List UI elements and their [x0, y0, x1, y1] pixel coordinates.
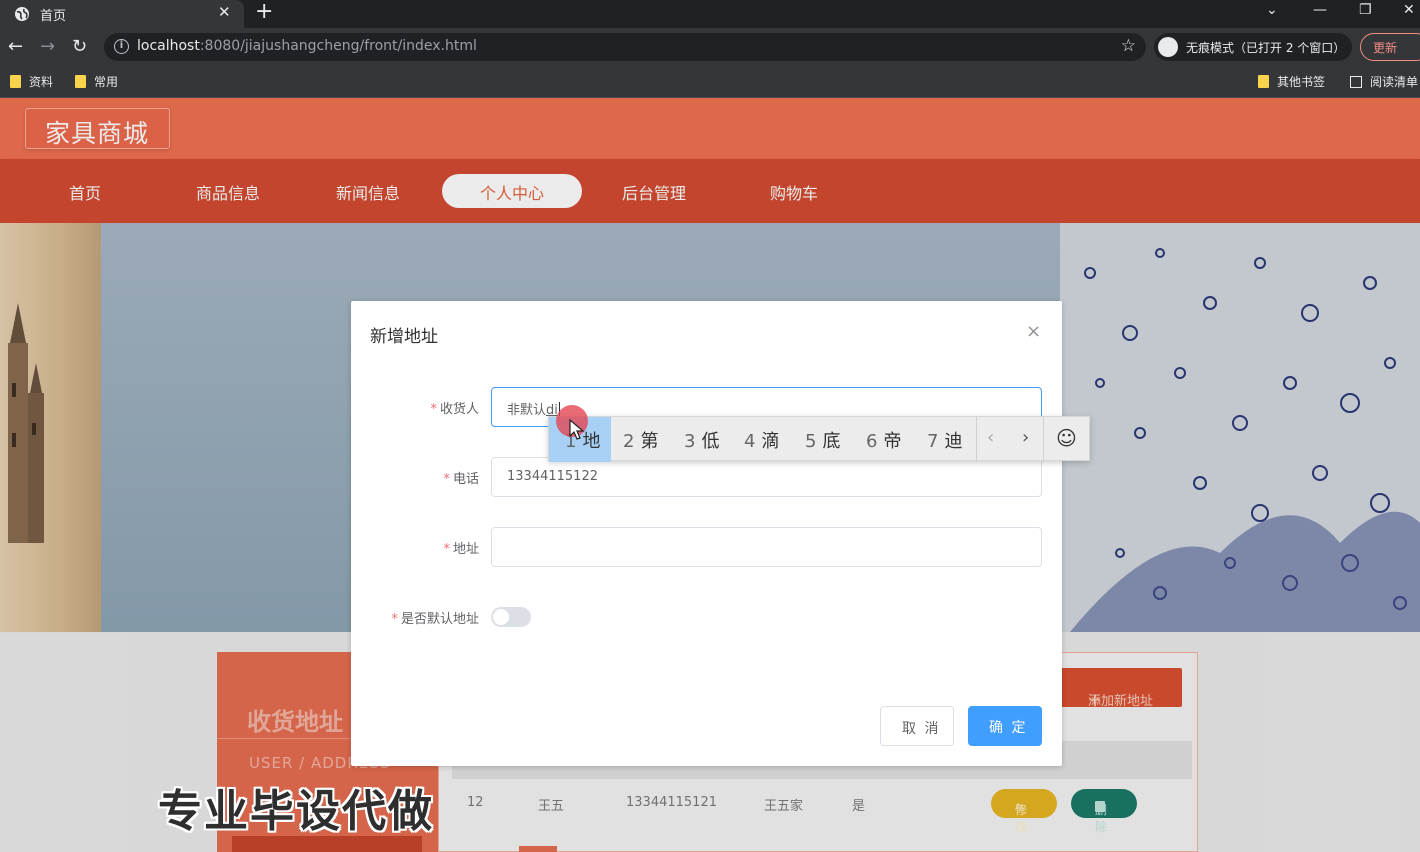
incognito-icon — [1158, 37, 1178, 57]
watermark-text: 专业毕设代做 — [158, 786, 434, 837]
restore-icon[interactable]: ❐ — [1359, 2, 1372, 18]
url-text: localhost:8080/jiajushangcheng/front/ind… — [137, 38, 477, 54]
phone-input[interactable]: 13344115122 — [491, 457, 1042, 497]
tab-search-icon[interactable]: ⌄ — [1266, 2, 1278, 18]
bookmark-folder-other[interactable]: 其他书签 — [1258, 73, 1325, 90]
ime-divider — [1043, 417, 1044, 462]
bookmarks-bar: 资料 常用 其他书签 阅读清单 — [0, 66, 1420, 98]
reload-icon[interactable]: ↻ — [72, 36, 87, 57]
cancel-button[interactable]: 取 消 — [880, 706, 954, 746]
cancel-label: 取 消 — [902, 721, 941, 737]
browser-chrome: 首页 ✕ + ⌄ — ❐ ✕ ← → ↻ i localhost:8080/ji… — [0, 0, 1420, 98]
ime-candidate-3[interactable]: 3低 — [684, 427, 719, 453]
dialog-title: 新增地址 — [370, 327, 438, 347]
switch-knob — [493, 609, 509, 625]
ime-next-icon[interactable]: › — [1022, 427, 1029, 448]
add-address-dialog: 新增地址 × * 收货人 非默认di * 电话 13344115122 * 地址 * 是… — [351, 301, 1062, 766]
folder-icon — [75, 75, 86, 88]
incognito-indicator[interactable]: 无痕模式（已打开 2 个窗口） — [1154, 33, 1352, 61]
browser-tab[interactable]: 首页 ✕ — [0, 0, 244, 28]
ime-candidate-2[interactable]: 2第 — [623, 427, 658, 453]
tab-strip: 首页 ✕ + ⌄ — ❐ ✕ — [0, 0, 1420, 28]
bookmark-star-icon[interactable]: ☆ — [1121, 36, 1136, 56]
bookmark-folder-changyong[interactable]: 常用 — [75, 73, 118, 90]
default-address-switch[interactable] — [491, 607, 531, 627]
site-info-icon[interactable]: i — [114, 39, 129, 54]
required-mark: * — [443, 472, 450, 487]
tab-close-icon[interactable]: ✕ — [218, 3, 231, 21]
ime-candidate-popup: 1地 2第 3低 4滴 5底 6帝 7迪 ‹ › ☺ — [548, 416, 1090, 462]
reading-list-icon — [1350, 76, 1362, 88]
incognito-text: 无痕模式（已打开 2 个窗口） — [1186, 41, 1346, 55]
browser-toolbar: ← → ↻ i localhost:8080/jiajushangcheng/f… — [0, 28, 1420, 66]
tab-title: 首页 — [40, 9, 67, 24]
back-arrow-icon[interactable]: ← — [8, 36, 23, 57]
reading-list[interactable]: 阅读清单 — [1350, 73, 1418, 90]
required-mark: * — [443, 542, 450, 557]
update-label: 更新 — [1373, 41, 1398, 55]
new-tab-button[interactable]: + — [255, 0, 273, 24]
receiver-label: * 收货人 — [430, 402, 479, 417]
default-address-label: * 是否默认地址 — [391, 612, 479, 627]
update-button[interactable]: 更新 — [1360, 33, 1420, 61]
address-input[interactable] — [491, 527, 1042, 567]
address-bar[interactable]: i localhost:8080/jiajushangcheng/front/i… — [104, 33, 1146, 61]
ime-candidate-4[interactable]: 4滴 — [744, 427, 779, 453]
bookmark-folder-ziliao[interactable]: 资料 — [10, 73, 53, 90]
address-label: * 地址 — [443, 542, 479, 557]
ime-candidate-5[interactable]: 5底 — [805, 427, 840, 453]
ime-emoji-icon[interactable]: ☺ — [1056, 426, 1077, 450]
ime-candidate-7[interactable]: 7迪 — [927, 427, 962, 453]
folder-icon — [10, 75, 21, 88]
minimize-icon[interactable]: — — [1313, 2, 1327, 18]
folder-icon — [1258, 75, 1269, 88]
confirm-label: 确 定 — [989, 720, 1028, 736]
dialog-close-icon[interactable]: × — [1026, 321, 1041, 342]
phone-label: * 电话 — [443, 472, 479, 487]
globe-icon — [15, 7, 29, 21]
window-close-icon[interactable]: ✕ — [1403, 2, 1415, 18]
forward-arrow-icon[interactable]: → — [40, 36, 55, 57]
ime-divider — [976, 417, 977, 462]
confirm-button[interactable]: 确 定 — [968, 706, 1042, 746]
required-mark: * — [391, 612, 398, 627]
mouse-cursor-icon — [569, 419, 585, 440]
phone-input-value: 13344115122 — [507, 469, 598, 484]
required-mark: * — [430, 402, 437, 417]
ime-prev-icon[interactable]: ‹ — [987, 427, 994, 448]
ime-candidate-6[interactable]: 6帝 — [866, 427, 901, 453]
